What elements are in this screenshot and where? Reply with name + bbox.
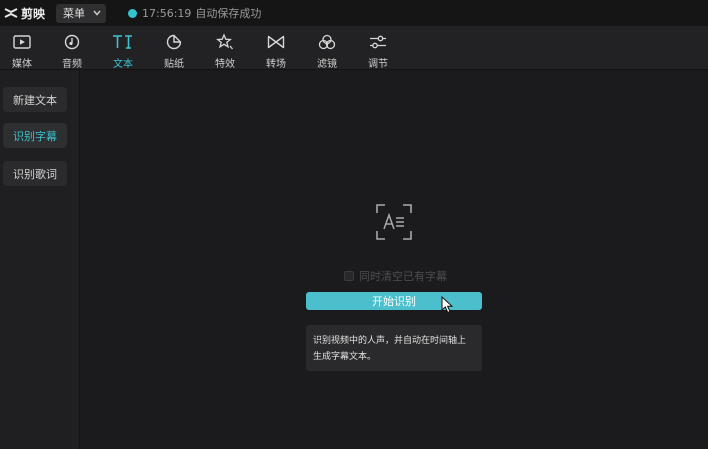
menu-label: 菜单 xyxy=(63,7,86,20)
save-status-dot-icon xyxy=(128,8,138,18)
mouse-cursor-icon xyxy=(441,296,454,314)
sidebar-item-label: 识别字幕 xyxy=(13,129,57,143)
audio-icon xyxy=(64,34,80,50)
adjust-sliders-icon xyxy=(370,35,386,49)
tool-media-label: 媒体 xyxy=(12,59,32,70)
tool-effects[interactable]: 特效 xyxy=(203,26,247,70)
text-ti-icon xyxy=(113,35,132,49)
sidebar-item-recognize-lyrics[interactable]: 识别歌词 xyxy=(3,161,67,186)
app-name: 剪映 xyxy=(21,6,46,21)
media-play-icon xyxy=(13,35,31,49)
tool-audio-label: 音频 xyxy=(62,59,82,70)
sidebar-item-recognize-subtitles[interactable]: 识别字幕 xyxy=(3,123,67,148)
tool-transition[interactable]: 转场 xyxy=(254,26,298,70)
tool-sticker[interactable]: 贴纸 xyxy=(152,26,196,70)
tool-effects-label: 特效 xyxy=(215,59,235,70)
tool-audio[interactable]: 音频 xyxy=(50,26,94,70)
text-recognition-icon xyxy=(376,204,412,240)
transition-icon xyxy=(267,35,285,49)
main-toolbar: 媒体 音频 文本 贴纸 特效 转场 滤镜 调节 xyxy=(0,26,708,70)
subtitle-recognition-panel xyxy=(81,70,708,449)
sidebar-item-label: 新建文本 xyxy=(13,93,57,107)
tool-sticker-label: 贴纸 xyxy=(164,59,184,70)
chevron-down-icon xyxy=(93,10,101,16)
sidebar-item-label: 识别歌词 xyxy=(13,167,57,181)
tool-transition-label: 转场 xyxy=(266,59,286,70)
tip-line-2: 生成字幕文本。 xyxy=(313,352,377,362)
menu-button[interactable]: 菜单 xyxy=(56,3,107,23)
tool-adjust[interactable]: 调节 xyxy=(356,26,400,70)
tip-box: 识别视频中的人声，并自动在时间轴上 生成字幕文本。 xyxy=(306,325,482,371)
checkbox-label: 同时清空已有字幕 xyxy=(359,270,447,283)
filter-circles-icon xyxy=(318,34,336,50)
effects-star-icon xyxy=(216,33,233,50)
capcut-logo-icon xyxy=(4,8,18,18)
tool-media[interactable]: 媒体 xyxy=(0,26,44,70)
tool-text[interactable]: 文本 xyxy=(101,26,145,70)
save-status: 17:56:19 自动保存成功 xyxy=(128,5,261,21)
start-recognition-button[interactable]: 开始识别 xyxy=(306,292,482,310)
tool-adjust-label: 调节 xyxy=(368,59,388,70)
text-sidebar: 新建文本 识别字幕 识别歌词 xyxy=(0,70,80,449)
clear-existing-subtitles-option[interactable]: 同时清空已有字幕 xyxy=(344,268,447,284)
tool-filter-label: 滤镜 xyxy=(317,59,337,70)
sticker-icon xyxy=(166,34,182,50)
clear-existing-subtitles-checkbox[interactable] xyxy=(344,271,354,281)
title-bar: 剪映 菜单 17:56:19 自动保存成功 xyxy=(0,0,708,26)
tool-filter[interactable]: 滤镜 xyxy=(305,26,349,70)
start-recognition-label: 开始识别 xyxy=(372,295,416,308)
sidebar-item-new-text[interactable]: 新建文本 xyxy=(3,87,67,112)
save-status-text: 自动保存成功 xyxy=(195,7,262,20)
save-time: 17:56:19 xyxy=(142,6,192,20)
tip-line-1: 识别视频中的人声，并自动在时间轴上 xyxy=(313,336,467,346)
app-logo: 剪映 xyxy=(4,5,45,22)
tool-text-label: 文本 xyxy=(113,59,133,70)
